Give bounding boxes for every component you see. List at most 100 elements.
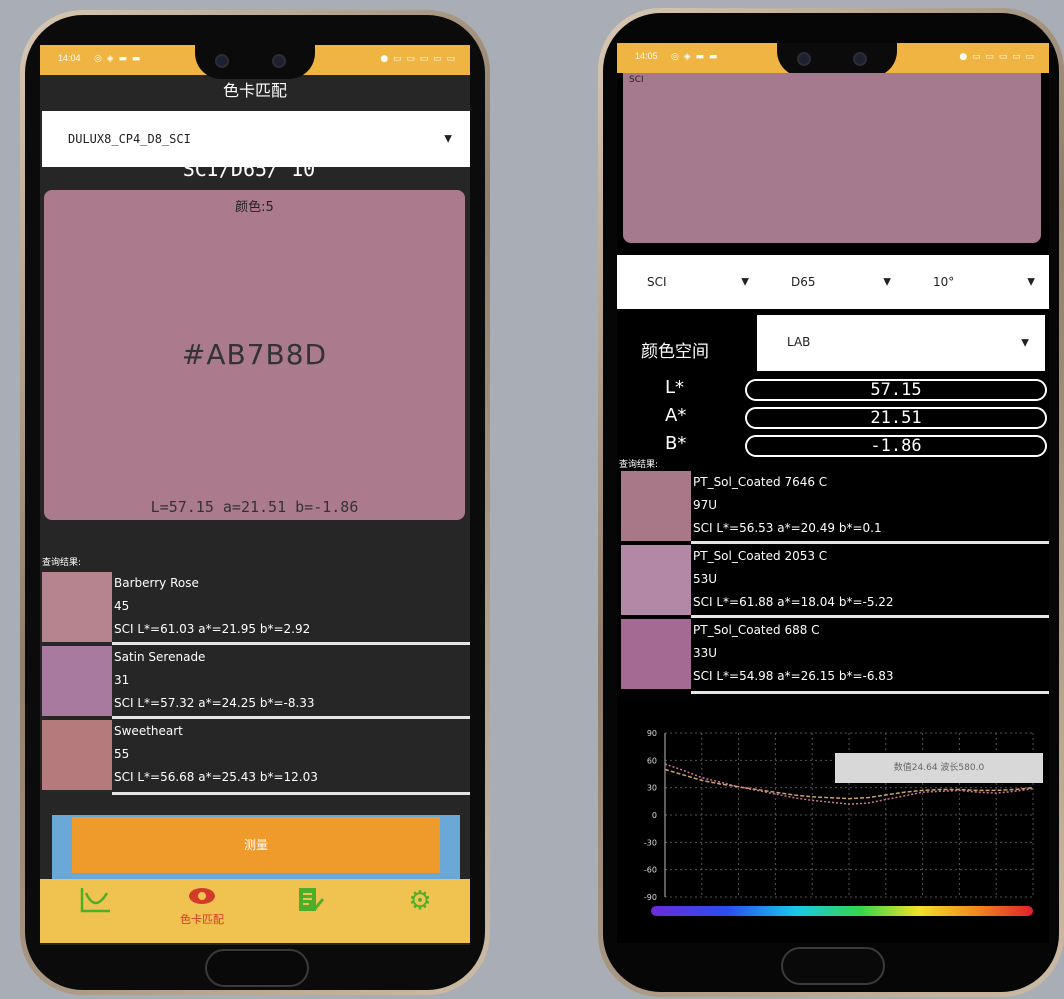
chevron-down-icon: ▼ bbox=[741, 276, 749, 288]
mode-select-label: SCI bbox=[647, 275, 667, 289]
lab-value-field[interactable]: -1.86 bbox=[745, 435, 1047, 457]
color-space-select-label: LAB bbox=[787, 335, 811, 349]
lab-row-l: L* 57.15 bbox=[617, 377, 1049, 403]
result-text: Sweetheart 55 SCI L*=56.68 a*=25.43 b*=1… bbox=[114, 720, 318, 789]
spectrum-bar bbox=[651, 906, 1033, 916]
status-icons-left: ◎ ◈ ▬ ▬ bbox=[671, 52, 719, 62]
left-screen: 14:04 ◎ ◈ ▬ ▬ ● ▭ ▭ ▭ ▭ ▭ 色卡匹配 DULUX8_CP… bbox=[40, 45, 470, 945]
divider bbox=[691, 541, 1049, 544]
chart-tooltip: 数值24.64 波长580.0 bbox=[835, 753, 1043, 783]
result-code: 53U bbox=[693, 572, 718, 586]
color-space-label: 颜色空间 bbox=[641, 342, 709, 362]
lab-readout: L=57.15 a=21.51 b=-1.86 bbox=[150, 498, 359, 516]
status-icons-left: ◎ ◈ ▬ ▬ bbox=[94, 54, 142, 64]
illuminant-select[interactable]: D65 ▼ bbox=[767, 255, 905, 309]
bottom-nav: 色卡匹配 ⚙ bbox=[40, 879, 470, 943]
status-time: 14:04 bbox=[58, 53, 81, 63]
list-item[interactable]: Barberry Rose 45 SCI L*=61.03 a*=21.95 b… bbox=[42, 572, 470, 646]
result-name: PT_Sol_Coated 2053 C bbox=[693, 549, 828, 563]
home-button[interactable] bbox=[205, 949, 309, 987]
color-space-select[interactable]: LAB ▼ bbox=[757, 315, 1045, 371]
list-item[interactable]: PT_Sol_Coated 7646 C 97U SCI L*=56.53 a*… bbox=[621, 471, 1049, 545]
camera-icon bbox=[272, 54, 286, 68]
left-phone: 14:04 ◎ ◈ ▬ ▬ ● ▭ ▭ ▭ ▭ ▭ 色卡匹配 DULUX8_CP… bbox=[20, 10, 490, 995]
result-swatch bbox=[621, 619, 691, 689]
status-time: 14:05 bbox=[635, 51, 658, 61]
nav-item-settings[interactable]: ⚙ bbox=[390, 885, 450, 917]
observer-select[interactable]: 10° ▼ bbox=[905, 255, 1049, 309]
result-text: Satin Serenade 31 SCI L*=57.32 a*=24.25 … bbox=[114, 646, 315, 715]
divider bbox=[691, 615, 1049, 618]
divider bbox=[112, 716, 470, 719]
list-item[interactable]: PT_Sol_Coated 2053 C 53U SCI L*=61.88 a*… bbox=[621, 545, 1049, 619]
result-name: Barberry Rose bbox=[114, 576, 199, 590]
sample-mode-label: SCI bbox=[629, 75, 644, 85]
result-name: Satin Serenade bbox=[114, 650, 206, 664]
divider bbox=[691, 691, 1049, 694]
y-tick-label: 0 bbox=[652, 811, 657, 820]
nav-item-report[interactable] bbox=[280, 885, 340, 919]
y-tick-label: 30 bbox=[647, 784, 657, 793]
query-results-label: 查询结果: bbox=[619, 460, 659, 470]
nav-item-color-match[interactable]: 色卡匹配 bbox=[172, 885, 232, 927]
chevron-down-icon: ▼ bbox=[1021, 337, 1029, 349]
divider bbox=[112, 642, 470, 645]
observer-select-label: 10° bbox=[933, 275, 955, 289]
measure-button-frame: 测量 bbox=[52, 815, 460, 879]
list-item[interactable]: Sweetheart 55 SCI L*=56.68 a*=25.43 b*=1… bbox=[42, 720, 470, 795]
left-phone-body: 14:04 ◎ ◈ ▬ ▬ ● ▭ ▭ ▭ ▭ ▭ 色卡匹配 DULUX8_CP… bbox=[25, 15, 485, 990]
result-lab: SCI L*=56.68 a*=25.43 b*=12.03 bbox=[114, 770, 318, 784]
result-swatch bbox=[42, 646, 112, 716]
lab-name: B* bbox=[665, 433, 687, 454]
right-phone-body: 14:05 ◎ ◈ ▬ ▬ ● ▭ ▭ ▭ ▭ ▭ SCI SCI ▼ D65 … bbox=[603, 13, 1059, 992]
result-text: Barberry Rose 45 SCI L*=61.03 a*=21.95 b… bbox=[114, 572, 310, 641]
sample-swatch: SCI bbox=[623, 73, 1041, 243]
result-lab: SCI L*=54.98 a*=26.15 b*=-6.83 bbox=[693, 669, 894, 683]
result-name: PT_Sol_Coated 688 C bbox=[693, 623, 820, 637]
lab-row-b: B* -1.86 bbox=[617, 433, 1049, 459]
lab-value-field[interactable]: 57.15 bbox=[745, 379, 1047, 401]
measure-button[interactable]: 测量 bbox=[72, 817, 440, 873]
lab-name: L* bbox=[665, 377, 685, 398]
right-screen: 14:05 ◎ ◈ ▬ ▬ ● ▭ ▭ ▭ ▭ ▭ SCI SCI ▼ D65 … bbox=[617, 43, 1049, 943]
chevron-down-icon: ▼ bbox=[883, 276, 891, 288]
result-name: PT_Sol_Coated 7646 C bbox=[693, 475, 828, 489]
divider bbox=[112, 792, 470, 795]
y-tick-label: -90 bbox=[644, 893, 657, 902]
document-edit-icon bbox=[299, 888, 324, 911]
result-name: Sweetheart bbox=[114, 724, 183, 738]
result-swatch bbox=[42, 572, 112, 642]
y-tick-label: 60 bbox=[647, 756, 657, 765]
hex-value: #AB7B8D bbox=[181, 338, 328, 371]
illuminant-select-label: D65 bbox=[791, 275, 816, 289]
result-code: 31 bbox=[114, 673, 130, 687]
library-dropdown-label: DULUX8_CP4_D8_SCI bbox=[68, 132, 191, 146]
eye-icon bbox=[189, 888, 215, 904]
home-button[interactable] bbox=[781, 947, 885, 985]
status-icons-right: ● ▭ ▭ ▭ ▭ ▭ bbox=[380, 54, 456, 64]
camera-icon bbox=[797, 52, 811, 66]
lab-value-field[interactable]: 21.51 bbox=[745, 407, 1047, 429]
lab-row-a: A* 21.51 bbox=[617, 405, 1049, 431]
chevron-down-icon: ▼ bbox=[1027, 276, 1035, 288]
nav-label-color-match: 色卡匹配 bbox=[180, 913, 224, 926]
result-text: PT_Sol_Coated 2053 C 53U SCI L*=61.88 a*… bbox=[693, 545, 894, 614]
nav-item-chart[interactable] bbox=[66, 885, 126, 919]
result-lab: SCI L*=56.53 a*=20.49 b*=0.1 bbox=[693, 521, 882, 535]
result-text: PT_Sol_Coated 7646 C 97U SCI L*=56.53 a*… bbox=[693, 471, 882, 540]
gear-icon: ⚙ bbox=[408, 886, 432, 916]
status-icons-right: ● ▭ ▭ ▭ ▭ ▭ bbox=[959, 52, 1035, 62]
result-code: 97U bbox=[693, 498, 718, 512]
notch bbox=[777, 43, 897, 77]
result-lab: SCI L*=61.88 a*=18.04 b*=-5.22 bbox=[693, 595, 894, 609]
camera-icon bbox=[853, 52, 867, 66]
result-swatch bbox=[621, 545, 691, 615]
y-tick-label: -30 bbox=[644, 838, 657, 847]
list-item[interactable]: PT_Sol_Coated 688 C 33U SCI L*=54.98 a*=… bbox=[621, 619, 1049, 694]
notch bbox=[195, 45, 315, 79]
measurement-conditions: SCI/D65/ 10° bbox=[182, 157, 328, 181]
list-item[interactable]: Satin Serenade 31 SCI L*=57.32 a*=24.25 … bbox=[42, 646, 470, 720]
result-text: PT_Sol_Coated 688 C 33U SCI L*=54.98 a*=… bbox=[693, 619, 894, 688]
mode-select[interactable]: SCI ▼ bbox=[617, 255, 767, 309]
y-tick-label: -60 bbox=[644, 866, 657, 875]
